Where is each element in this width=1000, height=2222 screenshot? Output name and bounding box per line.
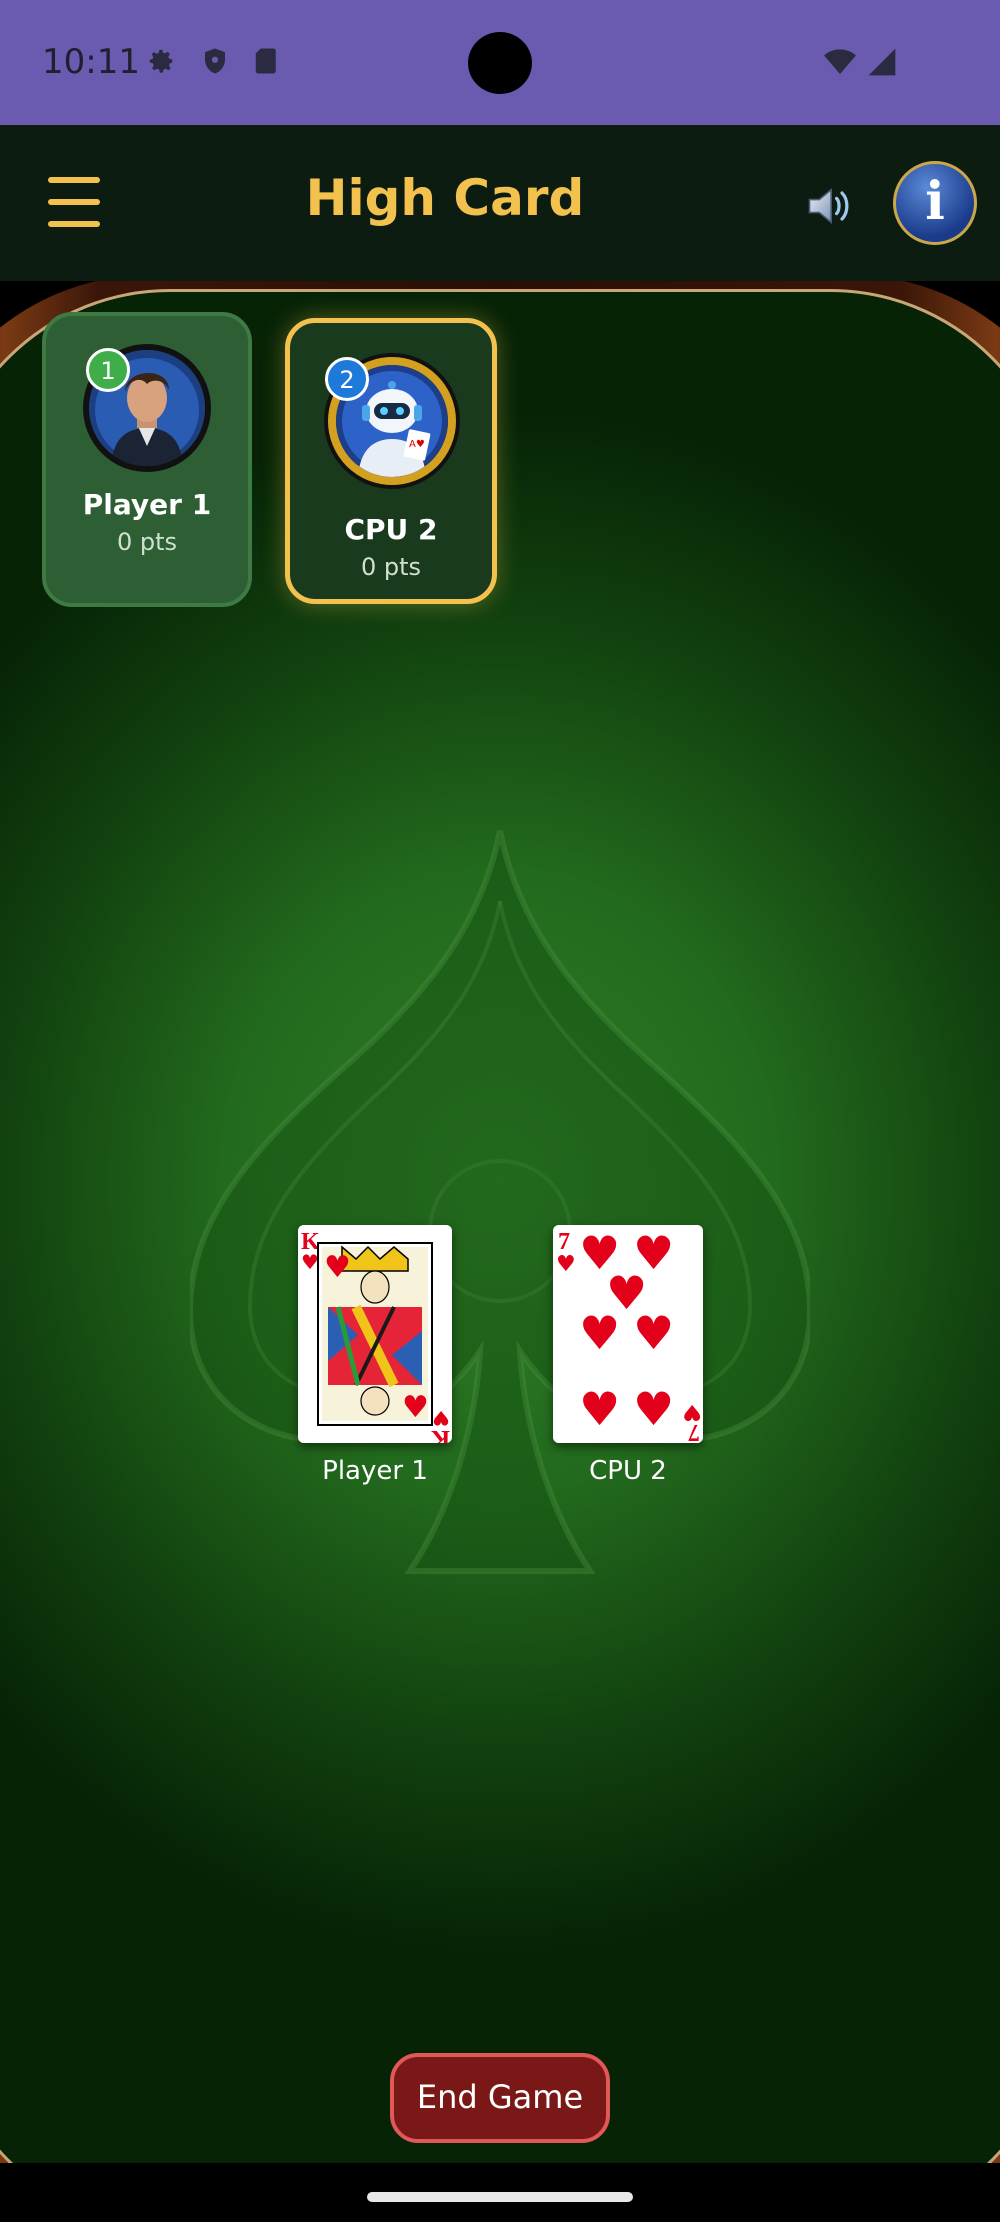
- svg-text:♥: ♥: [301, 1250, 319, 1274]
- shield-icon: [205, 48, 225, 74]
- navigation-bar: [0, 2163, 1000, 2222]
- game-table: 1 Player 1 0 pts A♥ 2 CPU 2 0 pts K ♥ ♥ …: [0, 281, 1000, 2163]
- svg-text:♥: ♥: [579, 1306, 620, 1360]
- wifi-icon: [824, 49, 856, 74]
- home-gesture-handle[interactable]: [367, 2192, 633, 2202]
- status-time: 10:11: [42, 42, 140, 82]
- player-1-card-king-of-hearts: K ♥ ♥ ♥ K ♥: [298, 1225, 452, 1443]
- cpu-2-seat-badge: 2: [325, 357, 369, 401]
- status-bar: 10:11: [0, 0, 1000, 125]
- sd-card-icon: [255, 48, 276, 74]
- cpu-2-points: 0 pts: [360, 553, 422, 581]
- svg-text:♥: ♥: [633, 1382, 674, 1436]
- player-1-seat-badge: 1: [86, 348, 130, 392]
- svg-text:♥: ♥: [432, 1406, 450, 1430]
- spade-watermark-icon: [190, 830, 810, 1574]
- gear-icon: [149, 49, 173, 73]
- player-panel-2-active: A♥ 2 CPU 2 0 pts: [285, 318, 497, 604]
- cpu-2-card-seven-of-hearts: 7 ♥ ♥ ♥ ♥ ♥ ♥ ♥ ♥ 7 ♥: [553, 1225, 703, 1443]
- player-1-points: 0 pts: [116, 528, 178, 556]
- svg-text:♥: ♥: [633, 1306, 674, 1360]
- svg-text:♥: ♥: [556, 1252, 576, 1277]
- svg-text:♥: ♥: [579, 1382, 620, 1436]
- app-bar: High Card i: [0, 125, 1000, 281]
- end-game-button[interactable]: End Game: [390, 2053, 610, 2143]
- svg-text:♥: ♥: [402, 1390, 429, 1425]
- player-panel-1: 1 Player 1 0 pts: [42, 312, 252, 607]
- svg-text:♥: ♥: [324, 1250, 351, 1285]
- svg-text:♥: ♥: [682, 1399, 702, 1424]
- speaker-icon[interactable]: [803, 180, 855, 232]
- svg-text:A♥: A♥: [409, 439, 425, 450]
- front-camera: [468, 32, 532, 94]
- signal-icon: [868, 48, 896, 76]
- player-1-name: Player 1: [82, 488, 212, 521]
- cpu-2-name: CPU 2: [344, 513, 438, 546]
- info-button[interactable]: i: [893, 161, 977, 245]
- card-owner-label-player-1: Player 1: [322, 1456, 428, 1486]
- app-title: High Card: [305, 169, 585, 227]
- card-owner-label-cpu-2: CPU 2: [589, 1456, 667, 1486]
